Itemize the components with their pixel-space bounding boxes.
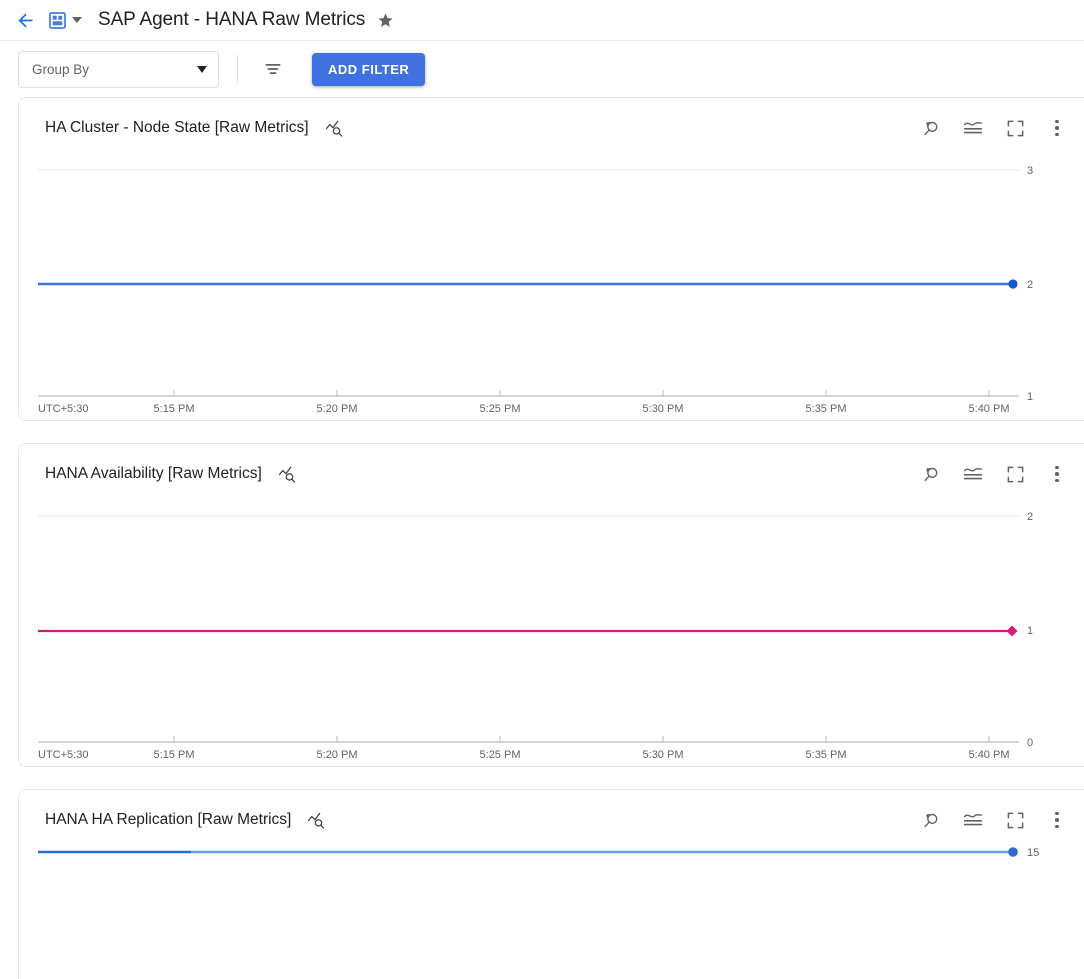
card-header: HA Cluster - Node State [Raw Metrics] xyxy=(19,98,1084,154)
chart-area[interactable]: 2 1 0 UTC+5:30 5:15 PM 5:20 PM 5:25 PM xyxy=(19,500,1084,768)
line-chart-node-state[interactable]: 3 2 1 UTC+5:30 5:15 PM xyxy=(19,154,1084,422)
x-tick-label: 5:25 PM xyxy=(480,403,521,415)
chart-area[interactable]: 15 xyxy=(19,846,1084,979)
chart-type-icon[interactable] xyxy=(960,115,986,141)
x-axis-timezone-label: UTC+5:30 xyxy=(38,749,88,761)
chart-area[interactable]: 3 2 1 UTC+5:30 5:15 PM xyxy=(19,154,1084,422)
y-tick-label: 1 xyxy=(1027,625,1033,637)
card-actions xyxy=(918,461,1084,487)
card-actions xyxy=(918,115,1084,141)
x-tick-label: 5:30 PM xyxy=(643,403,684,415)
series-end-marker xyxy=(1008,279,1017,288)
x-axis-timezone-label: UTC+5:30 xyxy=(38,403,88,415)
more-options-icon[interactable] xyxy=(1044,461,1070,487)
x-tick-label: 5:35 PM xyxy=(806,749,847,761)
chart-magnifier-icon[interactable] xyxy=(278,465,297,484)
x-tick-label: 5:40 PM xyxy=(969,749,1010,761)
more-options-icon[interactable] xyxy=(1044,807,1070,833)
line-chart-ha-replication[interactable]: 15 xyxy=(19,846,1084,979)
more-options-icon[interactable] xyxy=(1044,115,1070,141)
card-title: HANA HA Replication [Raw Metrics] xyxy=(45,811,291,829)
filter-list-icon[interactable] xyxy=(256,52,290,86)
card-actions xyxy=(918,807,1084,833)
y-tick-label: 2 xyxy=(1027,279,1033,291)
x-tick-label: 5:25 PM xyxy=(480,749,521,761)
card-header: HANA HA Replication [Raw Metrics] xyxy=(19,790,1084,846)
x-tick-label: 5:40 PM xyxy=(969,403,1010,415)
page-title: SAP Agent - HANA Raw Metrics xyxy=(98,9,365,31)
y-tick-label: 1 xyxy=(1027,391,1033,403)
x-tick-label: 5:15 PM xyxy=(154,749,195,761)
reset-zoom-icon[interactable] xyxy=(918,461,944,487)
chart-type-icon[interactable] xyxy=(960,807,986,833)
card-title: HANA Availability [Raw Metrics] xyxy=(45,465,262,483)
chevron-down-icon[interactable] xyxy=(72,17,82,23)
add-filter-button[interactable]: ADD FILTER xyxy=(312,53,425,86)
y-tick-label: 0 xyxy=(1027,737,1033,749)
group-by-label: Group By xyxy=(32,62,197,77)
chart-card: HANA HA Replication [Raw Metrics] xyxy=(18,789,1084,979)
reset-zoom-icon[interactable] xyxy=(918,807,944,833)
app-header: SAP Agent - HANA Raw Metrics xyxy=(0,0,1084,41)
card-header: HANA Availability [Raw Metrics] xyxy=(19,444,1084,500)
fullscreen-icon[interactable] xyxy=(1002,461,1028,487)
x-tick-label: 5:15 PM xyxy=(154,403,195,415)
dashboard-grid-icon[interactable] xyxy=(48,11,67,30)
chart-magnifier-icon[interactable] xyxy=(307,811,326,830)
dashboard-cards: HA Cluster - Node State [Raw Metrics] xyxy=(0,97,1084,979)
group-by-select[interactable]: Group By xyxy=(18,51,219,88)
triangle-down-icon xyxy=(197,66,207,73)
chart-card: HANA Availability [Raw Metrics] xyxy=(18,443,1084,767)
chart-card: HA Cluster - Node State [Raw Metrics] xyxy=(18,97,1084,421)
x-tick-label: 5:20 PM xyxy=(317,403,358,415)
x-tick-label: 5:30 PM xyxy=(643,749,684,761)
x-tick-label: 5:20 PM xyxy=(317,749,358,761)
reset-zoom-icon[interactable] xyxy=(918,115,944,141)
back-arrow-icon[interactable] xyxy=(10,5,40,35)
fullscreen-icon[interactable] xyxy=(1002,115,1028,141)
y-tick-label: 15 xyxy=(1027,847,1039,859)
series-end-marker xyxy=(1008,847,1018,857)
toolbar-divider xyxy=(237,55,238,83)
chart-magnifier-icon[interactable] xyxy=(325,119,344,138)
card-title: HA Cluster - Node State [Raw Metrics] xyxy=(45,119,309,137)
series-end-marker xyxy=(1007,626,1018,637)
chart-type-icon[interactable] xyxy=(960,461,986,487)
line-chart-availability[interactable]: 2 1 0 UTC+5:30 5:15 PM 5:20 PM 5:25 PM xyxy=(19,500,1084,768)
fullscreen-icon[interactable] xyxy=(1002,807,1028,833)
y-tick-label: 2 xyxy=(1027,511,1033,523)
star-filled-icon[interactable] xyxy=(377,12,394,29)
x-tick-label: 5:35 PM xyxy=(806,403,847,415)
y-tick-label: 3 xyxy=(1027,165,1033,177)
filter-toolbar: Group By ADD FILTER xyxy=(0,41,1084,97)
